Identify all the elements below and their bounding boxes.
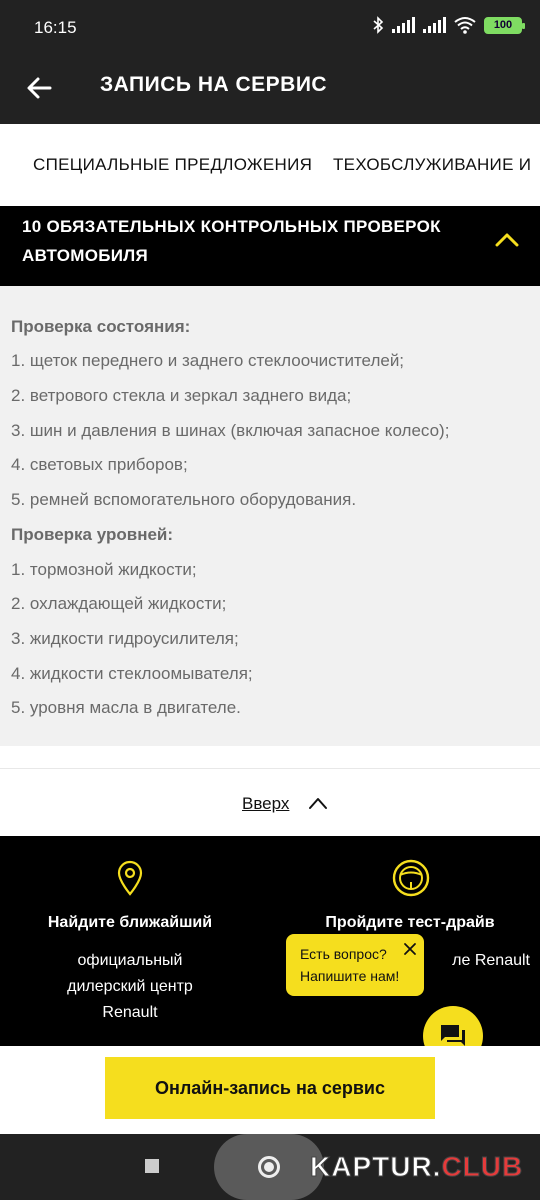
list-item: 1. щеток переднего и заднего стеклоочист… xyxy=(11,351,405,370)
list-item: 5. уровня масла в двигателе. xyxy=(11,698,241,717)
recents-icon[interactable] xyxy=(145,1159,159,1173)
close-icon[interactable] xyxy=(403,942,417,956)
steering-wheel-icon xyxy=(392,859,430,897)
watermark-part1: KAPTUR. xyxy=(309,1151,442,1183)
dealer-heading[interactable]: Найдите ближайший xyxy=(20,914,240,932)
page-title: ЗАПИСЬ НА СЕРВИС xyxy=(100,73,328,96)
tab-bar: СПЕЦИАЛЬНЫЕ ПРЕДЛОЖЕНИЯ ТЕХОБСЛУЖИВАНИЕ … xyxy=(0,124,540,206)
accordion-title: 10 ОБЯЗАТЕЛЬНЫХ КОНТРОЛЬНЫХ ПРОВЕРОК АВТ… xyxy=(22,212,462,270)
bluetooth-icon xyxy=(373,16,384,34)
watermark-logo: KAPTUR.CLUB xyxy=(309,1151,524,1183)
list-item: 3. жидкости гидроусилителя; xyxy=(11,629,239,648)
dealer-text-line: официальный xyxy=(77,952,183,969)
wifi-icon xyxy=(454,17,476,34)
chat-line1: Есть вопрос? xyxy=(300,946,387,962)
divider xyxy=(0,768,540,769)
test-drive-heading[interactable]: Пройдите тест-драйв xyxy=(300,914,520,932)
accordion-content: Проверка состояния: 1. щеток переднего и… xyxy=(0,286,540,746)
list-item: 2. охлаждающей жидкости; xyxy=(11,594,227,613)
accordion-title-line1: 10 ОБЯЗАТЕЛЬНЫХ КОНТРОЛЬНЫХ ПРОВЕРОК xyxy=(22,217,441,236)
tab-special-offers[interactable]: СПЕЦИАЛЬНЫЕ ПРЕДЛОЖЕНИЯ xyxy=(33,155,312,175)
battery-icon: 100 xyxy=(484,16,525,34)
location-pin-icon xyxy=(117,860,143,896)
list-item: 2. ветрового стекла и зеркал заднего вид… xyxy=(11,386,352,405)
chat-line2: Напишите нам! xyxy=(300,968,400,984)
chevron-up-icon[interactable] xyxy=(494,230,520,250)
test-drive-text-line: ле Renault xyxy=(452,952,530,969)
dealer-text: официальный дилерский центр Renault xyxy=(20,948,240,1026)
app-header: ЗАПИСЬ НА СЕРВИС xyxy=(0,56,540,124)
accordion-title-line2: АВТОМОБИЛЯ xyxy=(22,246,149,265)
signal-icon-1 xyxy=(392,17,415,33)
chevron-up-icon[interactable] xyxy=(307,795,329,811)
list-item: 3. шин и давления в шинах (включая запас… xyxy=(11,421,450,440)
section-heading: Проверка состояния: xyxy=(11,317,191,336)
online-booking-button[interactable]: Онлайн-запись на сервис xyxy=(105,1057,435,1119)
chat-prompt-bubble[interactable]: Есть вопрос? Напишите нам! xyxy=(286,934,424,996)
up-link-area xyxy=(0,746,540,836)
signal-icon-2 xyxy=(423,17,446,33)
status-bar: 16:15 100 xyxy=(0,0,540,56)
dealer-text-line: Renault xyxy=(102,1004,158,1021)
system-nav-bar: KAPTUR.CLUB xyxy=(0,1134,540,1200)
list-item: 4. световых приборов; xyxy=(11,455,188,474)
dealer-text-line: дилерский центр xyxy=(67,978,193,995)
section-heading: Проверка уровней: xyxy=(11,525,174,544)
back-arrow-icon[interactable] xyxy=(24,70,60,106)
scroll-to-top-link[interactable]: Вверх xyxy=(242,794,289,814)
tab-maintenance[interactable]: ТЕХОБСЛУЖИВАНИЕ И xyxy=(333,155,531,175)
watermark-part2: CLUB xyxy=(441,1151,524,1183)
list-item: 1. тормозной жидкости; xyxy=(11,560,197,579)
chat-prompt-text: Есть вопрос? Напишите нам! xyxy=(300,943,399,987)
list-item: 5. ремней вспомогательного оборудования. xyxy=(11,490,357,509)
home-icon[interactable] xyxy=(258,1156,280,1178)
status-icons: 100 xyxy=(372,16,525,34)
list-item: 4. жидкости стеклоомывателя; xyxy=(11,664,253,683)
accordion-header[interactable]: 10 ОБЯЗАТЕЛЬНЫХ КОНТРОЛЬНЫХ ПРОВЕРОК АВТ… xyxy=(0,206,540,286)
status-time: 16:15 xyxy=(34,18,77,37)
